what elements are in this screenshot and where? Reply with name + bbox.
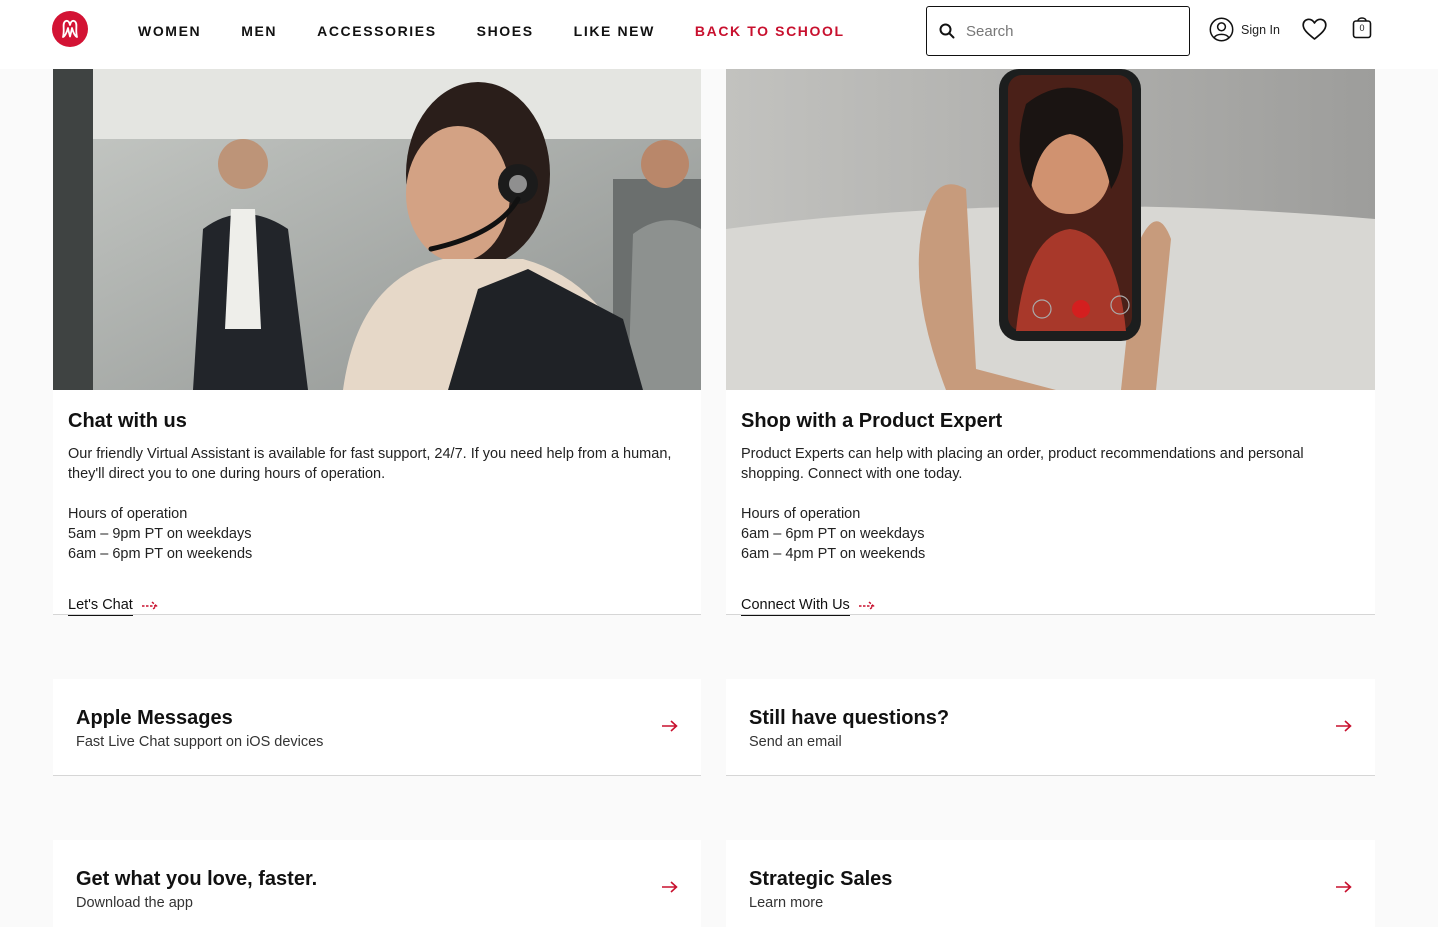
hours-heading: Hours of operation (741, 506, 861, 522)
nav-accessories[interactable]: ACCESSORIES (317, 22, 437, 40)
nav-women[interactable]: WOMEN (138, 22, 201, 40)
hours-weekends: 6am – 4pm PT on weekends (741, 546, 926, 562)
brand-mark-icon (62, 19, 78, 38)
nav-shoes[interactable]: SHOES (477, 22, 534, 40)
link-title: Get what you love, faster. (76, 868, 318, 890)
wishlist-button[interactable] (1302, 18, 1327, 46)
video-call-photo (726, 69, 1375, 390)
shopping-bag-button[interactable]: 0 (1352, 15, 1372, 44)
lululemon-logo[interactable] (52, 11, 88, 47)
product-expert-card-body: Shop with a Product Expert Product Exper… (741, 408, 1355, 616)
link-subtitle: Fast Live Chat support on iOS devices (76, 734, 324, 750)
link-subtitle: Learn more (749, 895, 824, 911)
hours-weekdays: 5am – 9pm PT on weekdays (68, 526, 252, 542)
hours-of-operation: Hours of operation 5am – 9pm PT on weekd… (68, 504, 681, 564)
arrow-right-icon (858, 601, 875, 611)
bag-count: 0 (1359, 23, 1365, 33)
arrow-right-icon (1336, 720, 1352, 732)
hours-weekends: 6am – 6pm PT on weekends (68, 546, 253, 562)
card-description: Our friendly Virtual Assistant is availa… (68, 446, 672, 482)
search-input[interactable] (966, 22, 1166, 40)
search-icon (939, 23, 955, 39)
search-box[interactable] (926, 6, 1190, 56)
chat-card-body: Chat with us Our friendly Virtual Assist… (68, 408, 681, 616)
link-title: Apple Messages (76, 707, 233, 729)
support-agent-photo (53, 69, 701, 390)
link-title: Still have questions? (749, 707, 950, 729)
link-title: Strategic Sales (749, 868, 893, 890)
product-expert-card: Shop with a Product Expert Product Exper… (726, 69, 1375, 616)
nav-like-new[interactable]: LIKE NEW (574, 22, 655, 40)
download-app-link[interactable]: Get what you love, faster. Download the … (53, 840, 701, 927)
chat-card: Chat with us Our friendly Virtual Assist… (53, 69, 701, 616)
user-icon (1209, 17, 1234, 42)
main-nav: WOMEN MEN ACCESSORIES SHOES LIKE NEW BAC… (138, 22, 885, 40)
still-have-questions-link[interactable]: Still have questions? Send an email (726, 679, 1375, 776)
strategic-sales-link[interactable]: Strategic Sales Learn more (726, 840, 1375, 927)
arrow-right-icon (1336, 881, 1352, 893)
card-title: Shop with a Product Expert (741, 410, 1003, 432)
card-title: Chat with us (68, 410, 187, 432)
site-header: WOMEN MEN ACCESSORIES SHOES LIKE NEW BAC… (0, 0, 1438, 69)
hours-weekdays: 6am – 6pm PT on weekdays (741, 526, 925, 542)
arrow-right-icon (662, 881, 678, 893)
card-description: Product Experts can help with placing an… (741, 446, 1304, 482)
sign-in-label: Sign In (1241, 22, 1280, 37)
hours-heading: Hours of operation (68, 506, 188, 522)
nav-men[interactable]: MEN (241, 22, 277, 40)
cta-label: Connect With Us (741, 596, 850, 616)
arrow-right-icon (141, 601, 158, 611)
heart-icon (1302, 18, 1327, 40)
sign-in-button[interactable]: Sign In (1209, 17, 1280, 42)
link-subtitle: Send an email (749, 734, 842, 750)
arrow-right-icon (662, 720, 678, 732)
cta-label: Let's Chat (68, 596, 133, 616)
lets-chat-link[interactable]: Let's Chat (68, 596, 158, 616)
link-subtitle: Download the app (76, 895, 193, 911)
nav-back-to-school[interactable]: BACK TO SCHOOL (695, 22, 845, 40)
apple-messages-link[interactable]: Apple Messages Fast Live Chat support on… (53, 679, 701, 776)
connect-with-us-link[interactable]: Connect With Us (741, 596, 875, 616)
hours-of-operation: Hours of operation 6am – 6pm PT on weekd… (741, 504, 1355, 564)
